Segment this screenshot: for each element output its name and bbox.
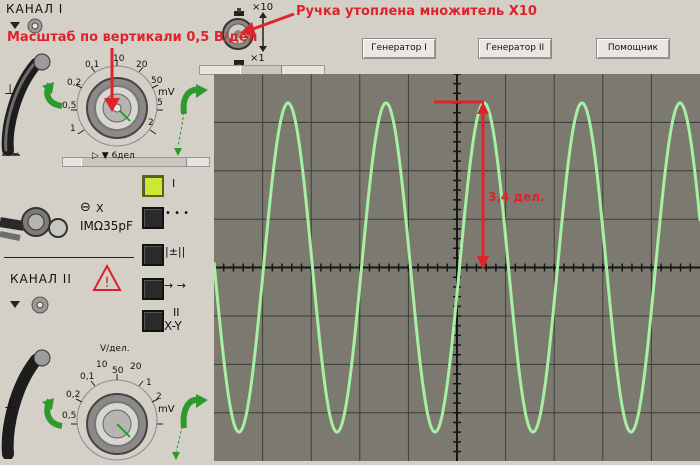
annotation-arrows xyxy=(104,12,489,270)
amplitude-arrow-down xyxy=(477,256,489,270)
knob-arrow-head xyxy=(240,22,256,36)
knob-arrow-line xyxy=(249,12,295,32)
scale-arrow-head xyxy=(104,98,120,112)
amplitude-arrow-up xyxy=(477,102,489,114)
